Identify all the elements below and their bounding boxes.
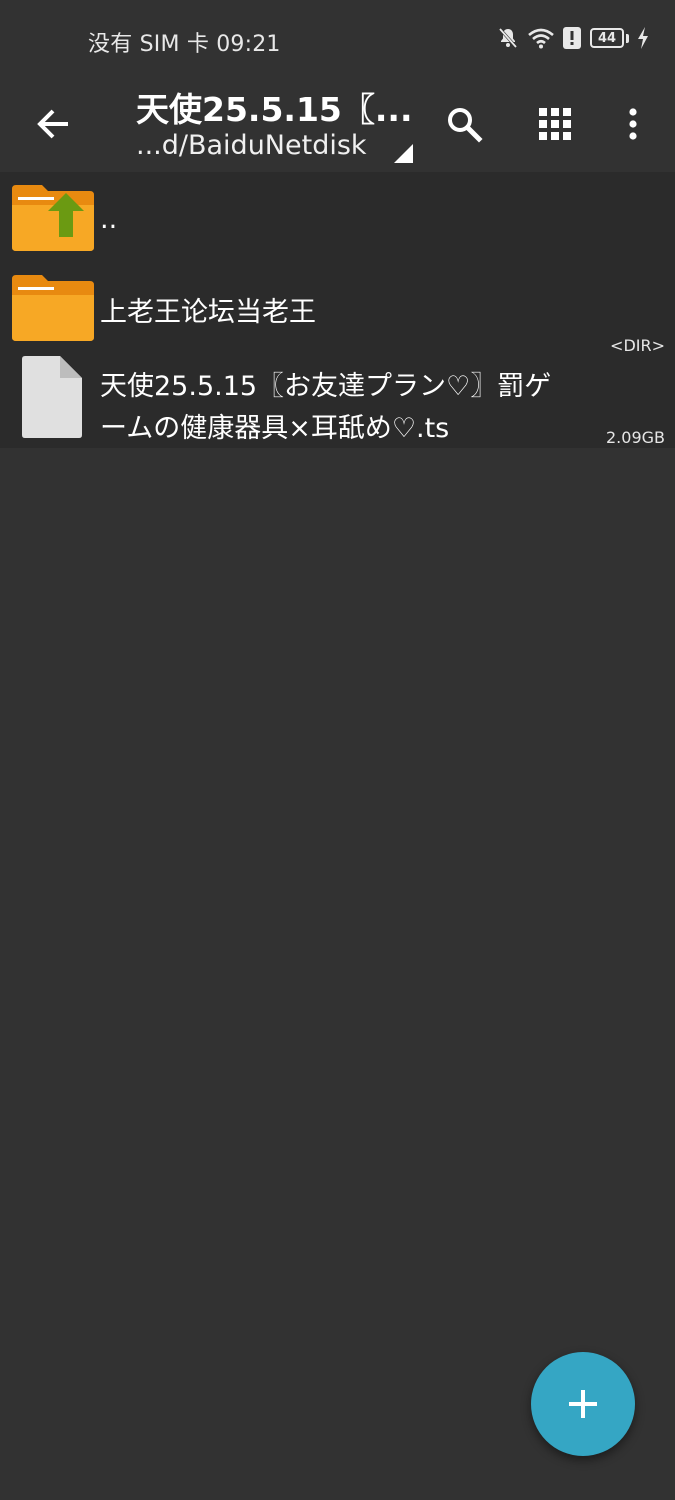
list-item-parent[interactable]: ..	[0, 172, 675, 260]
charging-icon	[637, 27, 649, 49]
add-button[interactable]	[531, 1352, 635, 1456]
list-item-file[interactable]: 天使25.5.15〖お友達プラン♡〗罰ゲームの健康器具×耳舐め♡.ts 2.09…	[0, 348, 675, 448]
path-subtitle: ...d/BaiduNetdisk	[136, 130, 367, 161]
page-title: 天使25.5.15〖...	[136, 90, 413, 129]
file-list: .. 上老王论坛当老王 <DIR> 天使25.5.15〖お友達プラン♡〗罰ゲーム…	[0, 172, 675, 448]
alert-icon	[562, 26, 582, 50]
back-arrow-icon	[37, 109, 68, 139]
battery-icon: 44	[590, 28, 629, 48]
folder-up-icon	[12, 185, 94, 255]
folder-icon	[12, 275, 94, 345]
grid-view-icon	[539, 108, 571, 140]
grid-view-button[interactable]	[531, 100, 579, 148]
more-options-button[interactable]	[609, 100, 657, 148]
file-icon	[22, 356, 82, 442]
list-item-folder[interactable]: 上老王论坛当老王 <DIR>	[0, 260, 675, 355]
file-name: ..	[100, 204, 118, 235]
file-name: 天使25.5.15〖お友達プラン♡〗罰ゲームの健康器具×耳舐め♡.ts	[100, 371, 552, 444]
wifi-icon	[528, 27, 554, 49]
carrier-time: 没有 SIM 卡 09:21	[88, 32, 281, 57]
status-bar: 没有 SIM 卡 09:21 44	[0, 0, 675, 80]
status-icons: 44	[496, 26, 649, 50]
toolbar: 天使25.5.15〖... ...d/BaiduNetdisk	[0, 80, 675, 172]
search-icon	[448, 108, 483, 143]
battery-level: 44	[590, 28, 624, 48]
more-vert-icon	[629, 108, 637, 140]
back-button[interactable]	[30, 100, 78, 148]
plus-icon	[569, 1390, 597, 1418]
search-button[interactable]	[440, 100, 488, 148]
file-name: 上老王论坛当老王	[100, 297, 316, 328]
bell-off-icon	[496, 26, 520, 50]
dropdown-triangle-icon	[394, 144, 413, 163]
file-size: 2.09GB	[606, 428, 665, 447]
